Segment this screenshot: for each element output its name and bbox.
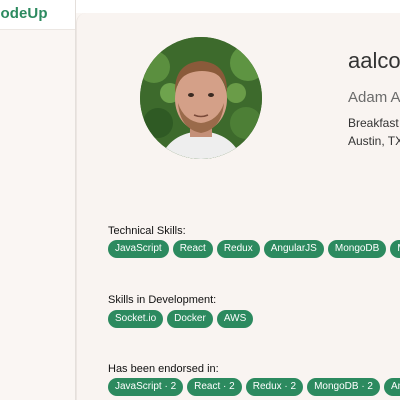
technical-skills-title: Technical Skills: — [108, 225, 186, 237]
skill-chip[interactable]: AWS — [216, 310, 254, 328]
endorsed-in-list: JavaScript · 2 React · 2 Redux · 2 Mongo… — [108, 378, 400, 396]
endorsement-chip[interactable]: React · 2 — [187, 378, 242, 396]
sidebar — [0, 0, 76, 400]
technical-skills-list: JavaScript React Redux AngularJS MongoDB… — [108, 240, 400, 258]
skill-chip[interactable]: JavaScript — [108, 240, 169, 258]
profile-location: Austin, TX — [348, 134, 400, 148]
app-page: codeUp — [0, 0, 400, 400]
skills-in-development-title: Skills in Development: — [108, 294, 217, 306]
brand-logo[interactable]: codeUp — [0, 5, 48, 22]
skill-chip[interactable]: AngularJS — [263, 240, 324, 258]
skill-chip[interactable]: React — [172, 240, 213, 258]
skill-chip[interactable]: Redux — [216, 240, 260, 258]
skill-chip[interactable]: MySQL — [390, 240, 400, 258]
endorsement-chip[interactable]: MongoDB · 2 — [307, 378, 380, 396]
profile-avatar — [140, 37, 262, 159]
logo-area: codeUp — [0, 0, 75, 30]
endorsement-chip[interactable]: Redux · 2 — [245, 378, 304, 396]
skill-chip[interactable]: MongoDB — [327, 240, 387, 258]
skill-chip[interactable]: Socket.io — [108, 310, 164, 328]
top-strip — [76, 0, 400, 13]
profile-full-name: Adam Alc — [348, 89, 400, 106]
endorsement-chip[interactable]: AngularJ — [384, 378, 400, 396]
skills-in-development-list: Socket.io Docker AWS — [108, 310, 254, 328]
skill-chip[interactable]: Docker — [167, 310, 213, 328]
profile-bio: Breakfast c — [348, 116, 400, 130]
profile-username: aalcott — [348, 48, 400, 73]
endorsement-chip[interactable]: JavaScript · 2 — [108, 378, 184, 396]
endorsed-in-title: Has been endorsed in: — [108, 363, 219, 375]
